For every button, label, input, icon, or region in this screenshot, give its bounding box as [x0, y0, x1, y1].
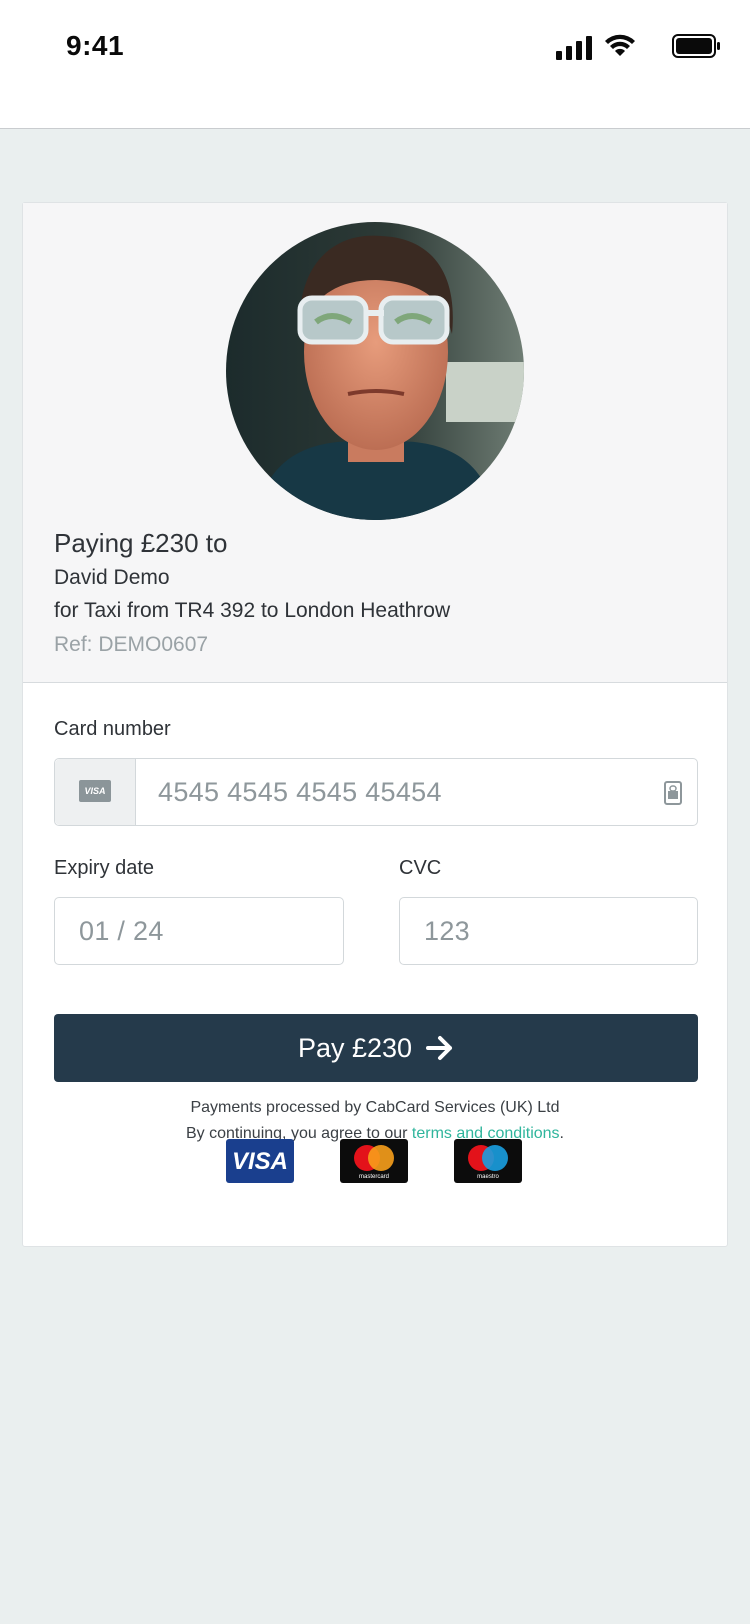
avatar	[226, 222, 524, 520]
secure-lock-icon	[664, 781, 682, 805]
card-brand-indicator: VISA	[55, 759, 136, 825]
mastercard-logo: mastercard	[340, 1139, 408, 1183]
visa-logo: VISA	[226, 1139, 294, 1183]
card-number-field[interactable]: VISA 4545 4545 4545 45454	[54, 758, 698, 826]
payment-reference: Ref: DEMO0607	[54, 633, 209, 656]
expiry-placeholder: 01 / 24	[79, 916, 164, 946]
card-number-label: Card number	[54, 718, 171, 740]
pay-button[interactable]: Pay £230	[54, 1014, 698, 1082]
svg-text:VISA: VISA	[232, 1148, 288, 1175]
cvc-placeholder: 123	[424, 916, 470, 946]
cvc-label: CVC	[399, 857, 442, 879]
card-number-placeholder: 4545 4545 4545 45454	[158, 777, 442, 807]
pay-button-label: Pay £230	[297, 1032, 413, 1063]
status-time: 9:41	[66, 30, 125, 61]
expiry-label: Expiry date	[54, 857, 155, 879]
expiry-date-field[interactable]: 01 / 24	[54, 897, 344, 965]
processor-notice: Payments processed by CabCard Services (…	[190, 1099, 560, 1116]
status-bar: 9:41	[0, 0, 750, 129]
arrow-right-icon	[426, 1036, 453, 1060]
svg-text:maestro: maestro	[477, 1174, 499, 1180]
signal-icon	[556, 36, 592, 60]
battery-icon	[672, 34, 720, 58]
svg-text:mastercard: mastercard	[359, 1174, 389, 1180]
visa-card-icon: VISA	[79, 780, 111, 802]
paying-title: Paying £230 to	[54, 528, 228, 558]
terms-suffix: .	[559, 1125, 564, 1142]
wifi-icon	[605, 34, 635, 56]
maestro-logo: maestro	[454, 1139, 522, 1183]
payment-summary: Paying £230 to David Demo for Taxi from …	[23, 203, 727, 683]
payment-card: Paying £230 to David Demo for Taxi from …	[22, 202, 728, 1247]
payee-name: David Demo	[54, 566, 170, 589]
trip-description: for Taxi from TR4 392 to London Heathrow	[54, 599, 451, 622]
cvc-field[interactable]: 123	[399, 897, 698, 965]
